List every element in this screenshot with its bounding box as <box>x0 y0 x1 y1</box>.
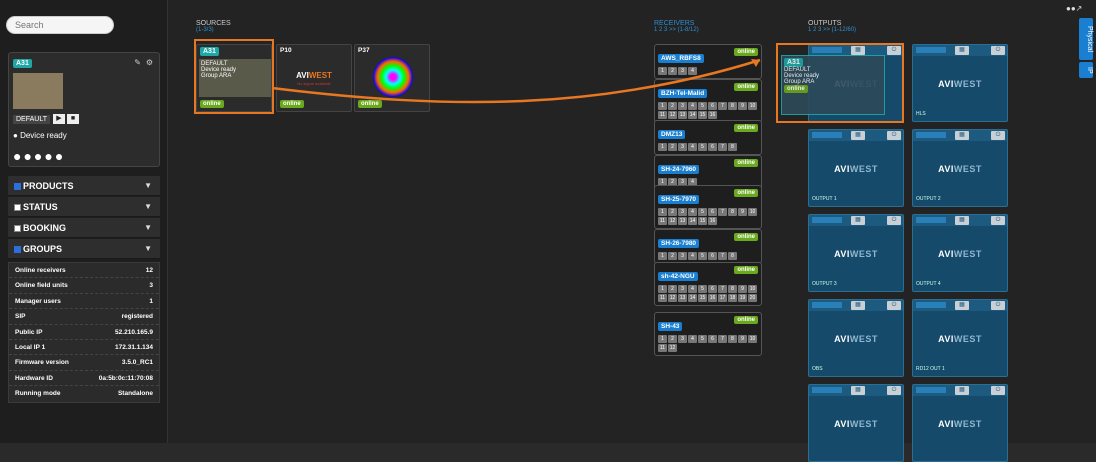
tab-ip[interactable]: IP <box>1079 62 1093 78</box>
app: A31 ✎ ⚙ DEFAULT ▶ ■ ● Device ready ●●●●●… <box>0 0 1096 462</box>
drag-arrow <box>271 58 761 104</box>
window-controls-icon[interactable]: ●●↗ <box>1066 4 1082 13</box>
drop-highlight-box <box>776 43 904 123</box>
tab-physical[interactable]: Physical <box>1079 18 1093 60</box>
